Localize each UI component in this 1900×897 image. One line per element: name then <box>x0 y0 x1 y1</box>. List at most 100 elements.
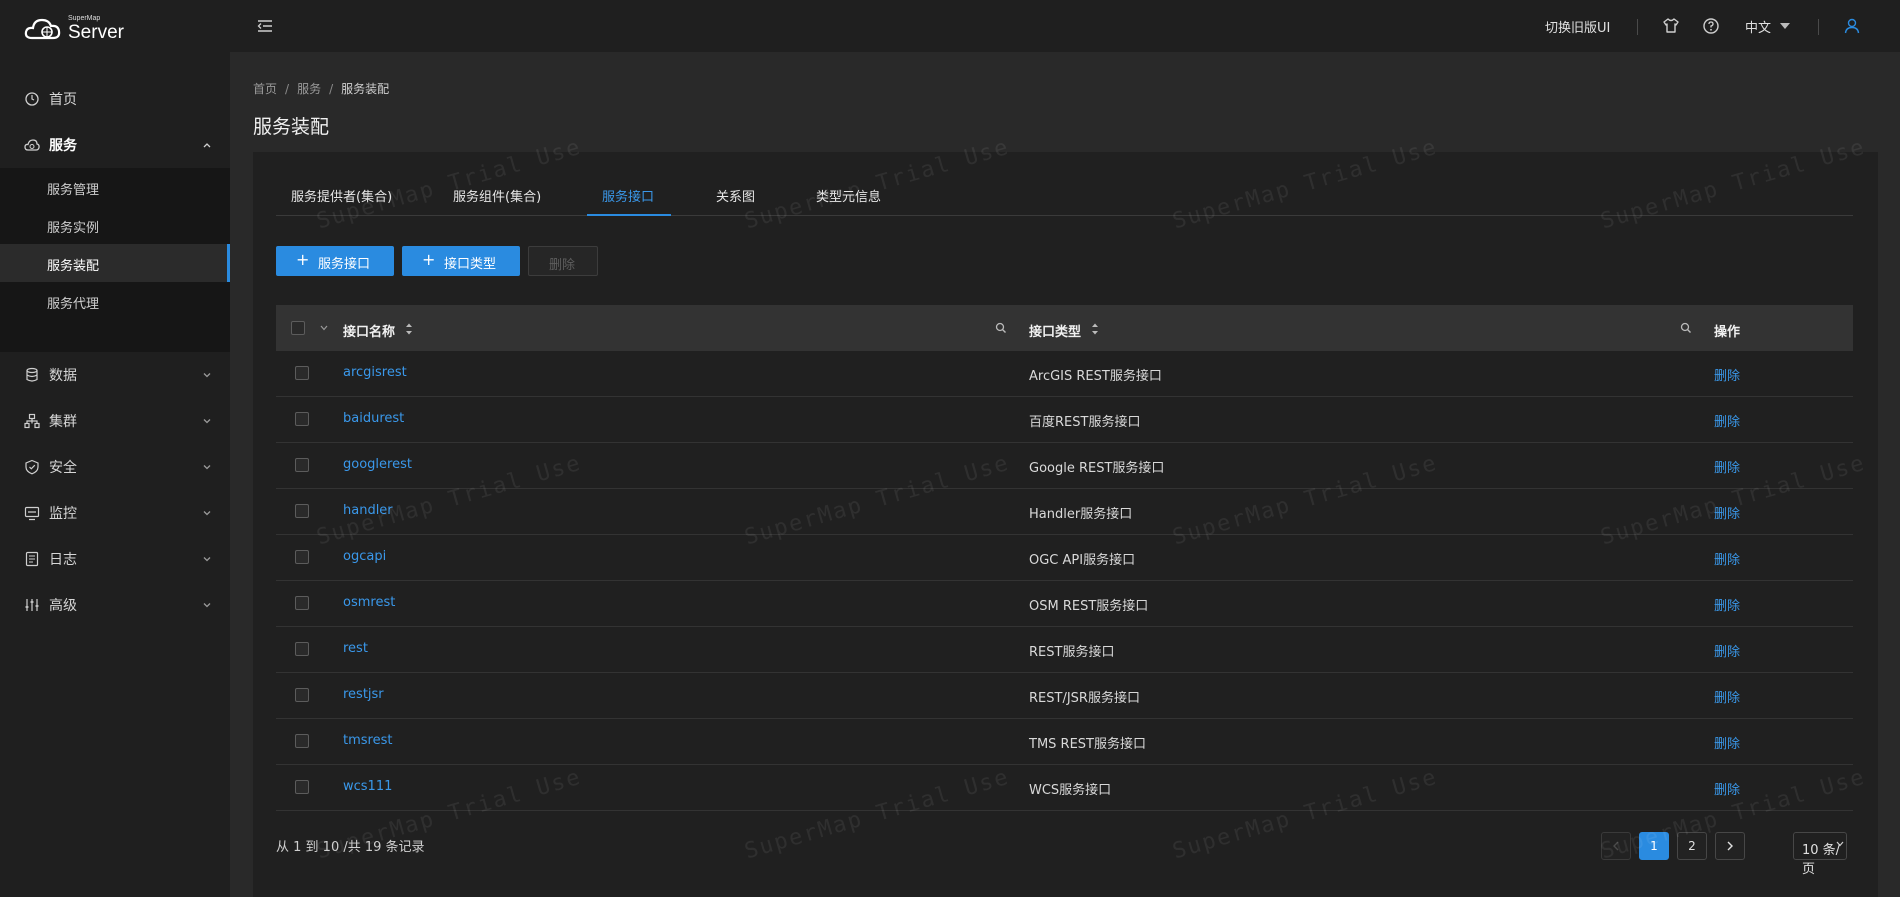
sidebar-subitem-service-instance[interactable]: 服务实例 <box>0 206 230 244</box>
help-circle-icon[interactable] <box>1702 17 1720 35</box>
breadcrumb-home[interactable]: 首页 <box>253 82 277 96</box>
column-header-name[interactable]: 接口名称 <box>343 321 395 340</box>
page-size-select[interactable]: 10 条/页 <box>1793 832 1847 877</box>
row-checkbox[interactable] <box>295 458 309 472</box>
row-checkbox[interactable] <box>295 780 309 794</box>
caret-down-icon[interactable] <box>1780 23 1790 29</box>
database-icon <box>26 367 38 382</box>
language-select[interactable]: 中文 <box>1745 17 1771 36</box>
supermap-logo: SuperMap Server <box>24 14 134 43</box>
sidebar-item-data[interactable]: 数据 <box>0 352 230 398</box>
row-checkbox[interactable] <box>295 642 309 656</box>
page-title: 服务装配 <box>253 116 330 138</box>
chevron-down-icon[interactable] <box>202 600 212 610</box>
sidebar-subitem-service-management[interactable]: 服务管理 <box>0 168 230 206</box>
interface-name-link[interactable]: googlerest <box>343 457 412 472</box>
home-icon <box>25 92 39 106</box>
row-delete-link[interactable]: 删除 <box>1714 411 1740 430</box>
user-icon[interactable] <box>1843 17 1861 35</box>
search-icon[interactable] <box>1680 322 1692 334</box>
interface-name-link[interactable]: osmrest <box>343 595 395 610</box>
sidebar-item-cluster[interactable]: 集群 <box>0 398 230 444</box>
interface-name-link[interactable]: baidurest <box>343 411 404 426</box>
sidebar-item-monitor[interactable]: 监控 <box>0 490 230 536</box>
sort-icon[interactable] <box>405 322 413 336</box>
table-row: ogcapi OGC API服务接口 删除 <box>276 535 1853 581</box>
sidebar-subitem-label: 服务装配 <box>47 259 100 274</box>
interface-name-link[interactable]: tmsrest <box>343 733 392 748</box>
sidebar-subitem-service-assembly[interactable]: 服务装配 <box>0 244 230 282</box>
sidebar-item-security[interactable]: 安全 <box>0 444 230 490</box>
chevron-down-icon[interactable] <box>202 554 212 564</box>
active-tab-indicator <box>587 214 671 216</box>
chevron-right-icon <box>1727 841 1733 851</box>
chevron-down-icon[interactable] <box>202 462 212 472</box>
chevron-down-icon[interactable] <box>202 508 212 518</box>
add-interface-type-button[interactable]: + 接口类型 <box>402 246 520 276</box>
interface-name-link[interactable]: handler <box>343 503 393 518</box>
sidebar-item-advanced[interactable]: 高级 <box>0 582 230 628</box>
shirt-icon[interactable] <box>1662 17 1680 35</box>
chevron-down-icon[interactable] <box>202 370 212 380</box>
interface-name-link[interactable]: rest <box>343 641 368 656</box>
cloud-icon <box>24 139 40 151</box>
tab-relationship-graph[interactable]: 关系图 <box>716 186 755 205</box>
interface-type-cell: Google REST服务接口 <box>1029 461 1165 476</box>
sidebar-subitem-label: 服务管理 <box>47 183 100 198</box>
interface-type-cell: Handler服务接口 <box>1029 507 1133 522</box>
sidebar-item-home[interactable]: 首页 <box>0 76 230 122</box>
tab-service-component[interactable]: 服务组件(集合) <box>453 186 541 205</box>
row-checkbox[interactable] <box>295 366 309 380</box>
row-checkbox[interactable] <box>295 550 309 564</box>
sidebar-subitem-label: 服务代理 <box>47 297 100 312</box>
header-divider <box>1637 19 1638 35</box>
row-delete-link[interactable]: 删除 <box>1714 687 1740 706</box>
add-interface-button[interactable]: + 服务接口 <box>276 246 394 276</box>
sidebar-item-service[interactable]: 服务 <box>0 122 230 168</box>
breadcrumb-service[interactable]: 服务 <box>297 82 321 96</box>
table-row: tmsrest TMS REST服务接口 删除 <box>276 719 1853 765</box>
delete-button[interactable]: 删除 <box>528 246 598 276</box>
search-icon[interactable] <box>995 322 1007 334</box>
tab-service-provider[interactable]: 服务提供者(集合) <box>291 186 392 205</box>
table-row: wcs111 WCS服务接口 删除 <box>276 765 1853 811</box>
row-checkbox[interactable] <box>295 734 309 748</box>
row-checkbox[interactable] <box>295 412 309 426</box>
cluster-icon <box>24 413 40 429</box>
chevron-down-icon[interactable] <box>202 416 212 426</box>
row-delete-link[interactable]: 删除 <box>1714 733 1740 752</box>
interface-name-link[interactable]: ogcapi <box>343 549 386 564</box>
row-checkbox[interactable] <box>295 688 309 702</box>
interface-name-link[interactable]: arcgisrest <box>343 365 407 380</box>
switch-old-ui-link[interactable]: 切换旧版UI <box>1545 17 1610 36</box>
select-all-checkbox[interactable] <box>291 321 305 335</box>
tab-type-metadata[interactable]: 类型元信息 <box>816 186 881 205</box>
next-page-button[interactable] <box>1715 832 1745 860</box>
page-button-1[interactable]: 1 <box>1639 832 1669 860</box>
interface-type-cell: TMS REST服务接口 <box>1029 737 1146 752</box>
row-checkbox[interactable] <box>295 596 309 610</box>
page-button-2[interactable]: 2 <box>1677 832 1707 860</box>
sidebar-item-log[interactable]: 日志 <box>0 536 230 582</box>
row-delete-link[interactable]: 删除 <box>1714 365 1740 384</box>
sidebar-subitem-service-proxy[interactable]: 服务代理 <box>0 282 230 320</box>
interface-name-link[interactable]: restjsr <box>343 687 384 702</box>
delete-button-label: 删除 <box>549 258 576 273</box>
row-delete-link[interactable]: 删除 <box>1714 503 1740 522</box>
sort-icon[interactable] <box>1091 322 1099 336</box>
column-header-type[interactable]: 接口类型 <box>1029 321 1081 340</box>
chevron-up-icon[interactable] <box>202 140 212 150</box>
chevron-down-icon[interactable] <box>320 325 328 331</box>
tab-service-interface[interactable]: 服务接口 <box>602 186 654 205</box>
menu-collapse-icon[interactable] <box>256 17 274 35</box>
row-checkbox[interactable] <box>295 504 309 518</box>
monitor-icon <box>24 506 40 521</box>
row-delete-link[interactable]: 删除 <box>1714 779 1740 798</box>
row-delete-link[interactable]: 删除 <box>1714 549 1740 568</box>
row-delete-link[interactable]: 删除 <box>1714 457 1740 476</box>
interface-name-link[interactable]: wcs111 <box>343 779 392 794</box>
table-row: restjsr REST/JSR服务接口 删除 <box>276 673 1853 719</box>
prev-page-button[interactable] <box>1601 832 1631 860</box>
row-delete-link[interactable]: 删除 <box>1714 595 1740 614</box>
row-delete-link[interactable]: 删除 <box>1714 641 1740 660</box>
